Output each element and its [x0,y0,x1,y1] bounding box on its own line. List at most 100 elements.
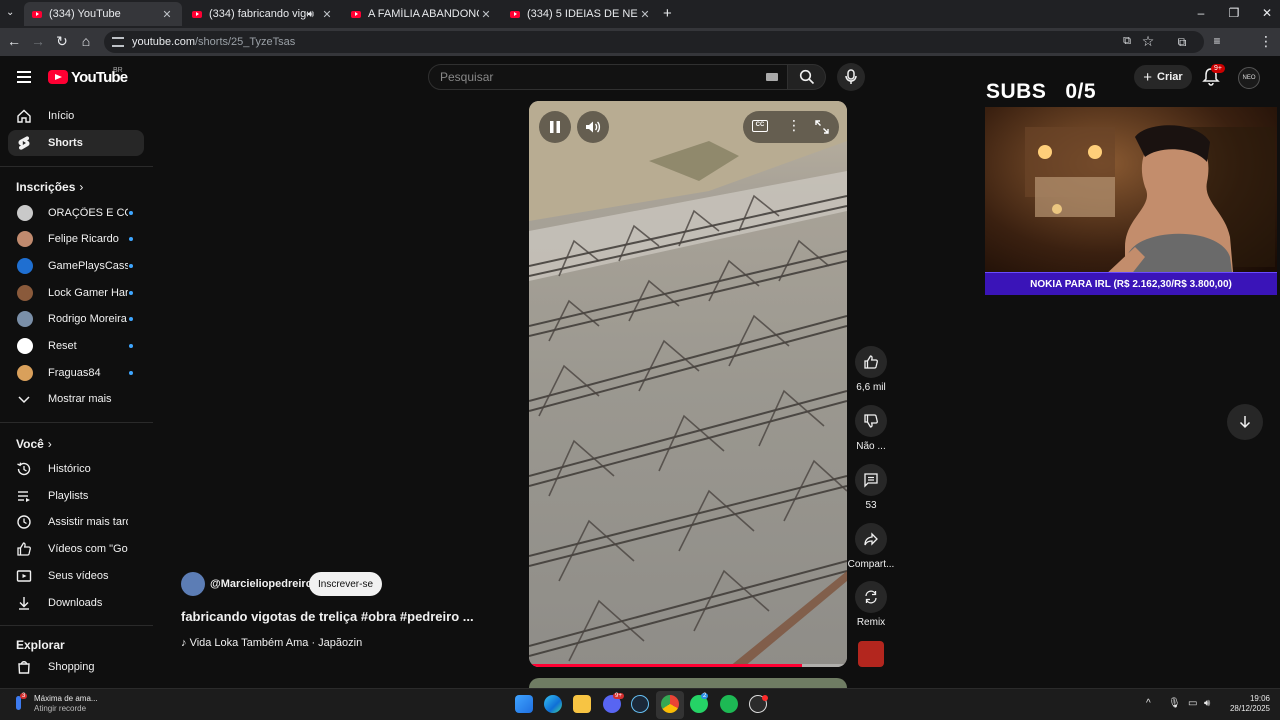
channel-name[interactable]: @Marcieliopedreiro [210,578,312,590]
video-progress-fill [529,664,803,667]
channel-avatar [17,365,33,381]
browser-tab-strip: ⌄ (334) YouTube ✕ (334) fabricando vigot… [0,0,1280,28]
sidebar-item-downloads[interactable]: Downloads [8,590,144,616]
keyboard-icon[interactable] [766,73,778,81]
close-tab-icon[interactable]: ✕ [160,8,174,21]
close-tab-icon[interactable]: ✕ [638,8,652,21]
sidebar-item-shorts[interactable]: Shorts [8,130,144,156]
tab-youtube[interactable]: (334) YouTube ✕ [24,2,182,26]
youtube-favicon-icon [510,10,520,18]
tray-volume-icon[interactable]: 🔊︎ [1204,698,1210,709]
next-short-button[interactable] [1227,404,1263,440]
tray-overflow-icon[interactable]: ^ [1146,698,1151,709]
search-button[interactable] [788,64,826,90]
share-button[interactable] [855,523,887,555]
chrome-icon[interactable] [661,695,679,713]
menu-icon[interactable] [17,71,31,83]
file-explorer-icon[interactable] [573,695,591,713]
sidebar-subscription[interactable]: Felipe Ricardo [8,226,144,252]
search-box[interactable] [428,64,788,90]
explore-heading: Explorar [16,638,65,652]
home-page-icon[interactable]: ⌂ [76,33,96,49]
site-info-icon[interactable] [112,37,124,47]
close-tab-icon[interactable]: ✕ [320,8,334,21]
channel-avatar [17,311,33,327]
you-heading[interactable]: Você › [16,437,52,451]
weather-widget[interactable]: 3 [14,693,28,712]
weather-alert-badge: 3 [20,693,28,699]
spotify-icon[interactable] [720,695,738,713]
extensions-icon[interactable]: ⧉ [1172,35,1192,50]
tab-fabricando-vigotas[interactable]: (334) fabricando vigotas de 🔊︎ ✕ [184,2,342,26]
windows-start-icon[interactable] [515,695,533,713]
system-clock[interactable]: 19:06 28/12/2025 [1222,694,1270,714]
sidebar-subscription[interactable]: GamePlaysCassi [8,253,144,279]
share-label: Compart... [847,559,895,570]
youtube-logo-icon[interactable] [48,70,68,84]
tab-familia-abandonou[interactable]: A FAMÍLIA ABANDONOU esse ✕ [343,2,501,26]
edge-browser-icon[interactable] [544,695,562,713]
close-tab-icon[interactable]: ✕ [479,8,493,21]
sidebar-item-inicio[interactable]: Início [8,103,144,129]
sidebar-subscription[interactable]: ORAÇÕES E CON... [8,200,144,226]
search-input[interactable] [440,70,740,84]
sidebar-item-liked-videos[interactable]: Vídeos com "Gostei" [8,536,144,562]
reload-icon[interactable]: ↻ [52,33,72,50]
volume-button[interactable] [577,111,609,143]
dislike-button[interactable] [855,405,887,437]
back-icon[interactable]: ← [4,33,24,49]
sidebar-subscription[interactable]: Rodrigo Moreira [8,306,144,332]
more-options-icon[interactable]: ⋮ [787,117,801,134]
install-app-icon[interactable]: ⧉ [1117,35,1137,48]
sidebar-item-shopping[interactable]: Shopping [8,654,144,680]
browser-menu-icon[interactable]: ⋮ [1256,33,1276,50]
sidebar-subscription[interactable]: Fraguas84 [8,360,144,386]
account-avatar[interactable]: NEO [1238,67,1260,89]
channel-avatar[interactable] [181,572,205,596]
tray-mic-icon[interactable]: 🎙︎ [1168,698,1181,709]
subscribe-button[interactable]: Inscrever-se [309,572,382,596]
bookmark-star-icon[interactable]: ☆ [1138,33,1158,50]
create-button[interactable]: + Criar [1134,65,1192,89]
comments-button[interactable] [855,464,887,496]
media-control-icon[interactable]: ≡ [1207,34,1227,48]
new-tab-icon[interactable]: + [663,5,672,22]
tray-network-icon[interactable]: ▭ [1188,698,1197,709]
video-progress-bar[interactable] [529,664,847,667]
shopping-bag-icon [18,661,30,674]
shorts-video-player[interactable]: CC ⋮ [529,101,847,667]
channel-avatar [17,231,33,247]
tab-ideias-negocios[interactable]: (334) 5 IDEIAS DE NEGÓCIOS P ✕ [502,2,660,26]
fullscreen-icon[interactable] [815,120,829,134]
minimize-icon[interactable]: – [1189,6,1213,20]
your-videos-icon [16,570,32,582]
sound-thumbnail[interactable] [858,641,884,667]
sidebar-item-historico[interactable]: Histórico [8,456,144,482]
url-bar[interactable]: youtube.com/shorts/25_TyzeTsas [104,31,1204,53]
forward-icon[interactable]: → [28,33,48,49]
like-button[interactable] [855,346,887,378]
sidebar-item-watch-later[interactable]: Assistir mais tarde [8,509,144,535]
microphone-icon [845,69,857,84]
restore-icon[interactable]: ❐ [1222,6,1246,20]
shorts-icon [18,136,30,150]
sidebar-item-your-videos[interactable]: Seus vídeos [8,563,144,589]
voice-search-button[interactable] [837,63,865,91]
close-window-icon[interactable]: ✕ [1255,6,1279,20]
sidebar-subscription[interactable]: Lock Gamer Har... [8,280,144,306]
subscriptions-heading[interactable]: Inscrições › [16,180,83,194]
tab-search-icon[interactable]: ⌄ [6,7,14,18]
captions-icon[interactable]: CC [752,120,768,132]
speaker-icon[interactable]: 🔊︎ [308,9,314,20]
music-credit[interactable]: ♪ Vida Loka Também Ama · Japãozin [181,637,362,649]
show-more-button[interactable]: Mostrar mais [8,386,144,412]
weather-text[interactable]: Máxima de ama... Atingir recorde [34,694,98,714]
remix-button[interactable] [855,581,887,613]
pause-button[interactable] [539,111,571,143]
short-title[interactable]: fabricando vigotas de treliça #obra #ped… [181,609,474,624]
sidebar-item-playlists[interactable]: Playlists [8,483,144,509]
steam-icon[interactable] [631,695,649,713]
thumb-down-icon [864,414,878,428]
youtube-favicon-icon [351,10,361,18]
sidebar-subscription[interactable]: Reset [8,333,144,359]
